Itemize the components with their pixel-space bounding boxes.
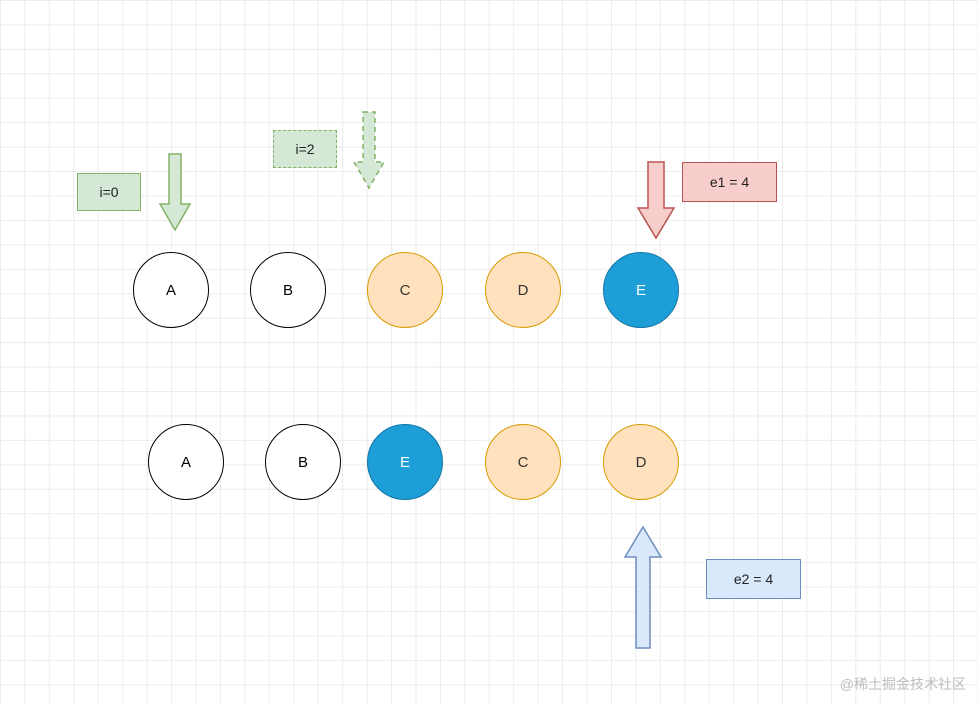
node-label: D (518, 282, 529, 299)
pointer-i0-label: i=0 (77, 173, 141, 211)
row1-node-c: C (367, 252, 443, 328)
row2-node-a: A (148, 424, 224, 500)
pointer-i2-label: i=2 (273, 130, 337, 168)
pointer-i0-arrow-down-icon (158, 152, 192, 232)
node-label: A (166, 282, 176, 299)
node-label: B (298, 454, 308, 471)
node-label: E (636, 282, 646, 299)
node-label: A (181, 454, 191, 471)
row1-node-a: A (133, 252, 209, 328)
watermark-text: @稀土掘金技术社区 (840, 674, 966, 694)
pointer-e2-label: e2 = 4 (706, 559, 801, 599)
node-label: E (400, 454, 410, 471)
row1-node-e: E (603, 252, 679, 328)
row2-node-b: B (265, 424, 341, 500)
row1-node-b: B (250, 252, 326, 328)
row1-node-d: D (485, 252, 561, 328)
pointer-e1-arrow-down-icon (636, 160, 676, 240)
node-label: C (518, 454, 529, 471)
row2-node-c: C (485, 424, 561, 500)
row2-node-e: E (367, 424, 443, 500)
pointer-i2-arrow-down-icon (352, 110, 386, 190)
node-label: C (400, 282, 411, 299)
row2-node-d: D (603, 424, 679, 500)
node-label: D (636, 454, 647, 471)
pointer-e2-arrow-up-icon (623, 525, 663, 650)
pointer-e1-label: e1 = 4 (682, 162, 777, 202)
node-label: B (283, 282, 293, 299)
